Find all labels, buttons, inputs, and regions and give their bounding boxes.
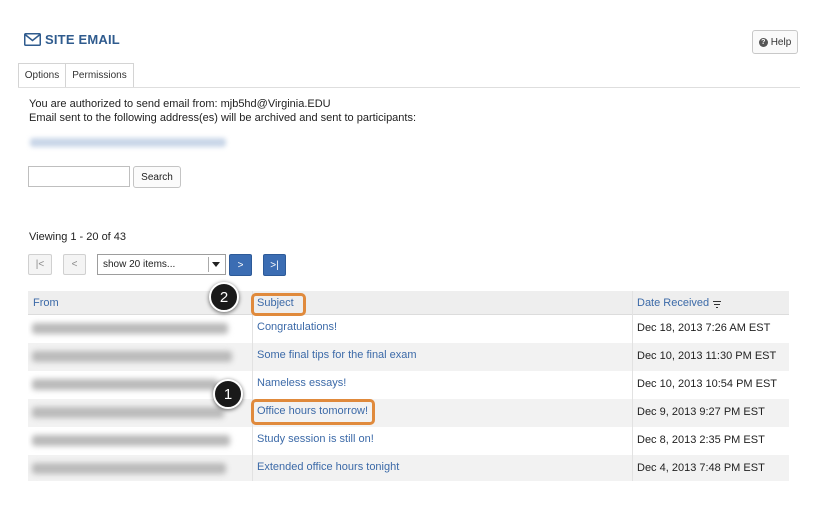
last-page-button[interactable]: >| [263, 254, 286, 276]
message-subject-link[interactable]: Congratulations! [257, 321, 337, 333]
chevron-down-icon [212, 262, 220, 267]
search-button[interactable]: Search [133, 166, 181, 188]
page-size-value: show 20 items... [103, 259, 176, 270]
tab-permissions[interactable]: Permissions [66, 63, 134, 87]
column-header-from[interactable]: From [33, 297, 59, 309]
sender-redacted [32, 407, 224, 418]
table-row[interactable]: Congratulations! Dec 18, 2013 7:26 AM ES… [28, 315, 789, 343]
help-button[interactable]: ? Help [752, 30, 798, 54]
tab-options[interactable]: Options [18, 63, 66, 87]
table-row[interactable]: Extended office hours tonight Dec 4, 201… [28, 455, 789, 481]
table-header: From Subject Date Received [28, 291, 789, 315]
search-input[interactable] [28, 166, 130, 187]
message-subject-link[interactable]: Some final tips for the final exam [257, 349, 417, 361]
column-divider [632, 291, 633, 481]
message-date: Dec 4, 2013 7:48 PM EST [637, 462, 765, 474]
message-date: Dec 10, 2013 11:30 PM EST [637, 350, 777, 362]
authorized-sender-text: You are authorized to send email from: m… [29, 98, 331, 110]
sort-descending-icon [713, 300, 722, 308]
page-header: SITE EMAIL [24, 32, 120, 47]
column-header-date-label: Date Received [637, 297, 710, 309]
page-size-select[interactable]: show 20 items... [97, 254, 226, 275]
message-date: Dec 10, 2013 10:54 PM EST [637, 378, 778, 390]
select-divider [208, 257, 209, 272]
sender-redacted [32, 379, 218, 390]
sender-redacted [32, 463, 226, 474]
question-icon: ? [758, 37, 768, 47]
tab-divider [18, 87, 800, 88]
message-subject-link[interactable]: Nameless essays! [257, 377, 346, 389]
sender-redacted [32, 351, 232, 362]
column-divider [252, 291, 253, 481]
page-title: SITE EMAIL [45, 32, 120, 47]
table-row[interactable]: Study session is still on! Dec 8, 2013 2… [28, 427, 789, 455]
first-page-button[interactable]: |< [28, 254, 52, 275]
archive-address-redacted [30, 138, 226, 147]
authorization-info: You are authorized to send email from: m… [29, 97, 416, 125]
previous-page-button[interactable]: < [63, 254, 86, 275]
table-row[interactable]: Some final tips for the final exam Dec 1… [28, 343, 789, 371]
tab-bar: Options Permissions [18, 63, 134, 87]
messages-table: From Subject Date Received Congratulatio… [28, 291, 789, 481]
viewing-count: Viewing 1 - 20 of 43 [29, 231, 127, 243]
table-row[interactable]: Office hours tomorrow! Dec 9, 2013 9:27 … [28, 399, 789, 427]
sender-redacted [32, 435, 230, 446]
next-page-button[interactable]: > [229, 254, 252, 276]
subject-header-highlight [251, 293, 306, 316]
column-header-date[interactable]: Date Received [637, 297, 722, 309]
table-row[interactable]: Nameless essays! Dec 10, 2013 10:54 PM E… [28, 371, 789, 399]
message-subject-link[interactable]: Extended office hours tonight [257, 461, 399, 473]
sender-redacted [32, 323, 228, 334]
message-date: Dec 9, 2013 9:27 PM EST [637, 406, 765, 418]
message-date: Dec 18, 2013 7:26 AM EST [637, 322, 771, 334]
help-label: Help [770, 36, 792, 48]
message-subject-link[interactable]: Study session is still on! [257, 433, 374, 445]
callout-badge-1: 1 [213, 379, 243, 409]
message-date: Dec 8, 2013 2:35 PM EST [637, 434, 765, 446]
callout-badge-2: 2 [209, 282, 239, 312]
archive-info-text: Email sent to the following address(es) … [29, 112, 417, 124]
subject-row-highlight [251, 399, 375, 425]
mail-icon [24, 33, 41, 46]
